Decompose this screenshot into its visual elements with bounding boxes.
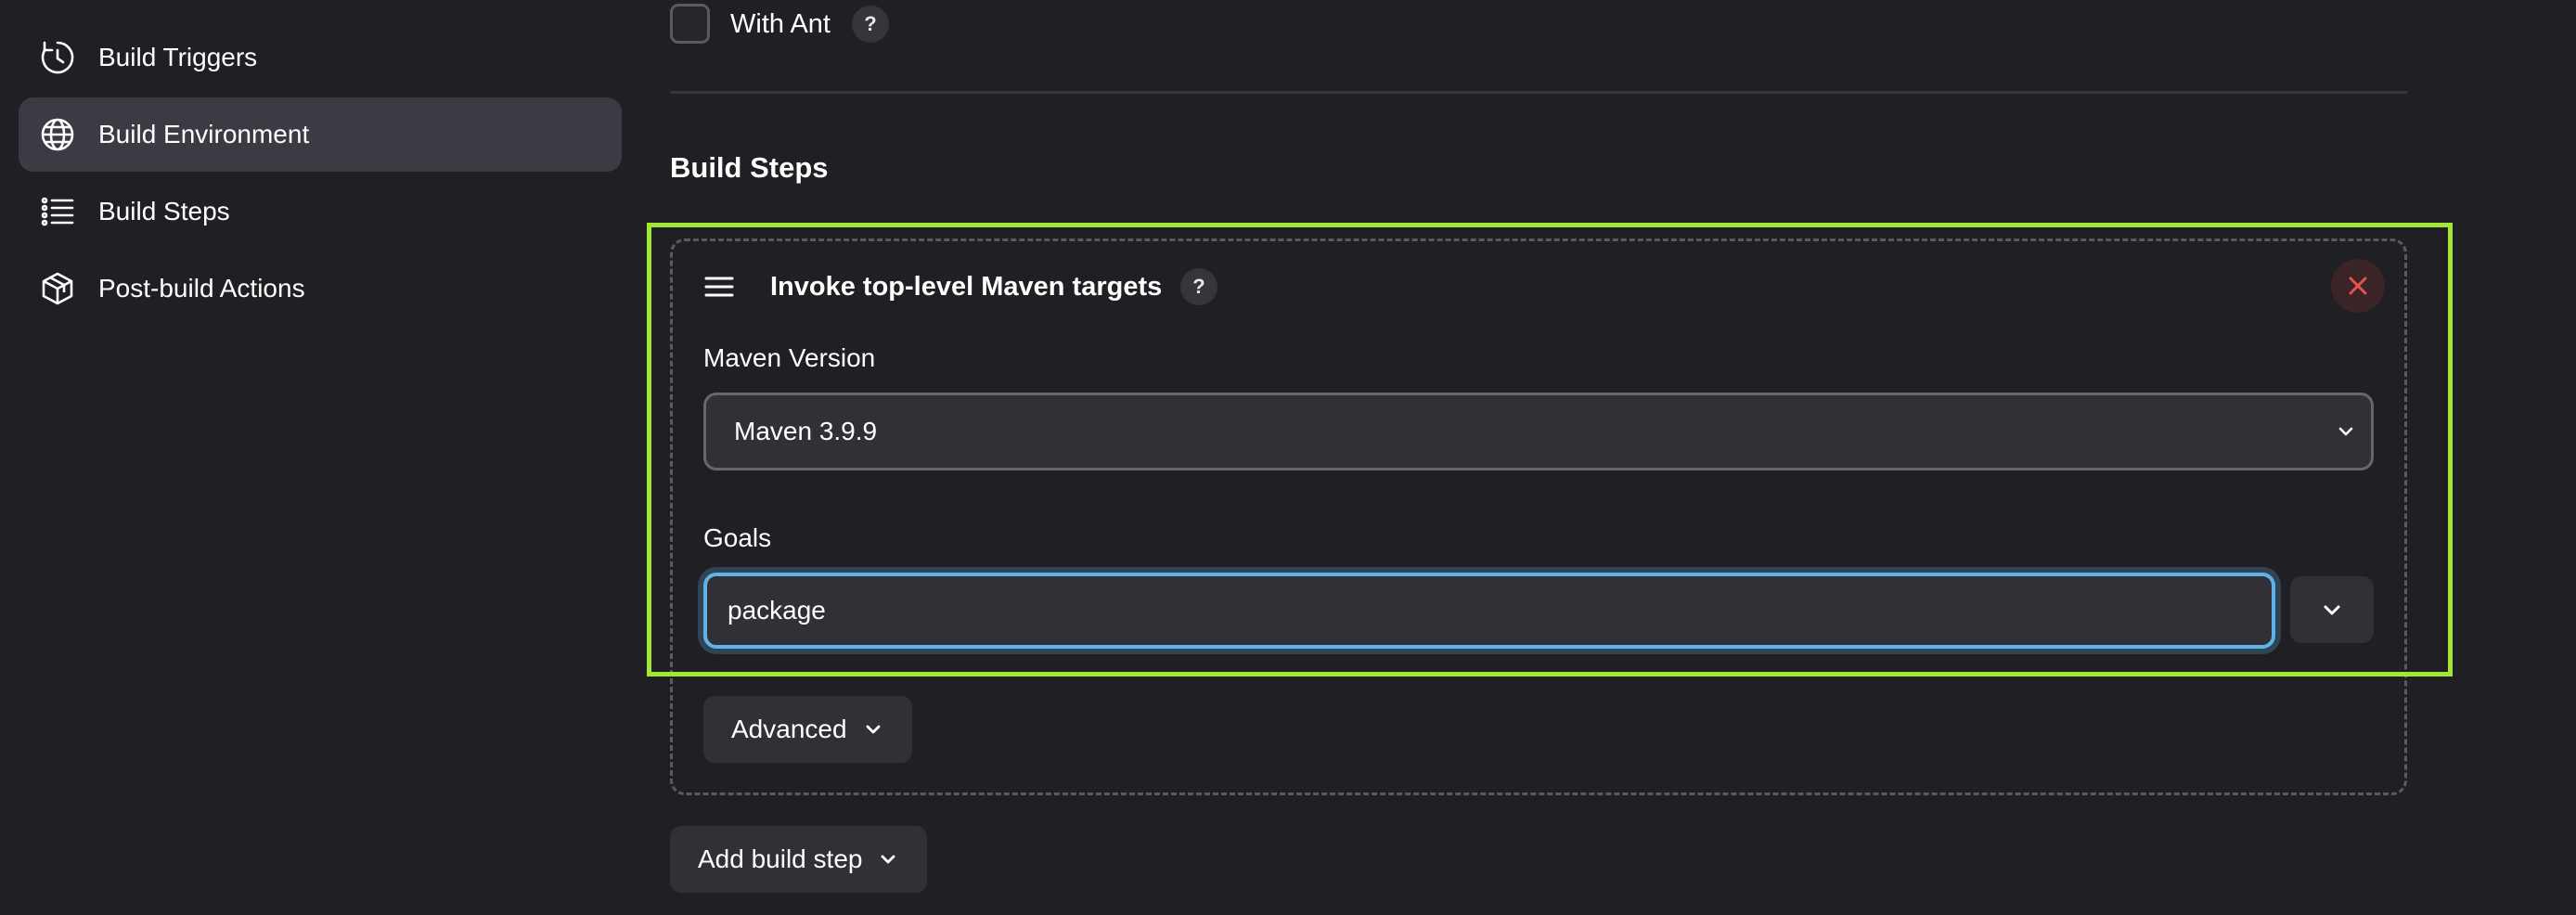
maven-version-label: Maven Version (703, 343, 876, 372)
goals-input-value: package (728, 596, 826, 625)
with-ant-help-icon[interactable]: ? (852, 6, 889, 43)
advanced-button-label: Advanced (731, 715, 847, 743)
build-step-help-icon[interactable]: ? (1180, 268, 1217, 305)
build-step-title: Invoke top-level Maven targets (770, 272, 1163, 302)
advanced-button[interactable]: Advanced (703, 696, 912, 763)
close-icon (2349, 277, 2367, 295)
drag-handle-icon[interactable] (703, 275, 735, 299)
add-build-step-label: Add build step (698, 844, 863, 873)
sidebar-item-label: Build Environment (98, 120, 310, 148)
chevron-down-icon (2324, 605, 2340, 615)
with-ant-label: With Ant (730, 9, 831, 39)
sidebar-item-build-steps[interactable]: Build Steps (19, 174, 622, 249)
add-build-step-button[interactable]: Add build step (670, 826, 928, 893)
maven-version-select[interactable]: Maven 3.9.9 (703, 393, 2374, 470)
sidebar-item-build-environment[interactable]: Build Environment (19, 97, 622, 172)
chevron-down-icon (882, 855, 895, 864)
with-ant-checkbox[interactable] (670, 4, 710, 44)
clock-icon (39, 39, 76, 76)
sidebar-item-build-triggers[interactable]: Build Triggers (19, 20, 622, 95)
globe-icon (39, 116, 76, 153)
goals-label: Goals (703, 523, 772, 552)
goals-input[interactable]: package (703, 573, 2275, 649)
sidebar-item-label: Build Steps (98, 197, 230, 226)
section-divider (670, 91, 2407, 94)
package-icon (39, 270, 76, 307)
delete-step-button[interactable] (2331, 259, 2385, 313)
chevron-down-icon (2338, 427, 2353, 436)
sidebar-item-label: Post-build Actions (98, 274, 305, 303)
maven-version-selected-value: Maven 3.9.9 (734, 417, 878, 445)
section-title-build-steps: Build Steps (670, 151, 829, 184)
sidebar-item-label: Build Triggers (98, 43, 258, 71)
chevron-down-icon (866, 725, 880, 734)
sidebar-item-post-build-actions[interactable]: Post-build Actions (19, 251, 622, 326)
list-icon (39, 193, 76, 230)
goals-expand-button[interactable] (2290, 576, 2374, 643)
